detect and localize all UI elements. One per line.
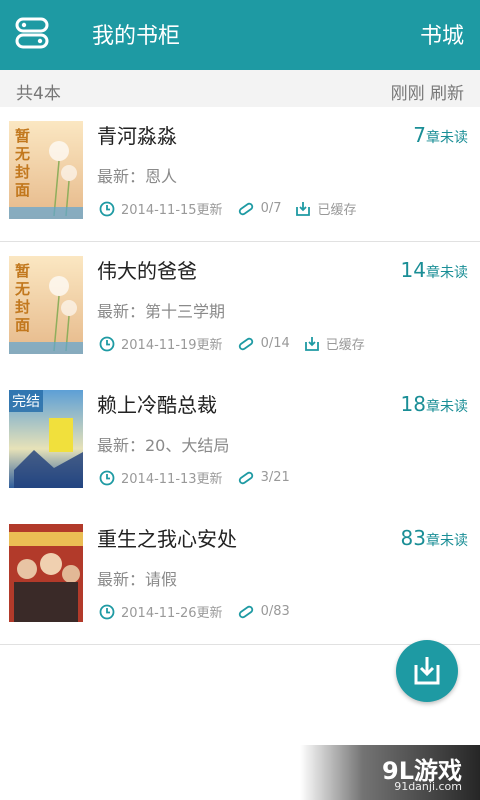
- book-cover: 暂无封面: [9, 121, 83, 219]
- download-fab-button[interactable]: [396, 640, 458, 702]
- paperclip-icon: [237, 604, 255, 620]
- read-progress: 0/83: [260, 604, 290, 619]
- watermark: 9L游戏 91danji.com: [300, 745, 480, 800]
- latest-chapter: 最新：恩人: [97, 167, 178, 186]
- clock-icon: [99, 336, 115, 352]
- book-meta: 2014-11-26更新 0/83: [99, 602, 290, 621]
- book-row[interactable]: 暂无封面 青河淼淼 7章未读 最新：恩人 2014-11-15更新 0/7 已缓…: [0, 107, 480, 242]
- refresh-button[interactable]: 刚刚 刷新: [391, 79, 464, 104]
- clock-icon: [99, 470, 115, 486]
- update-date: 2014-11-13更新: [121, 472, 223, 487]
- paperclip-icon: [237, 201, 255, 217]
- menu-icon[interactable]: [14, 16, 50, 50]
- clock-icon: [99, 604, 115, 620]
- summary-bar: 共4本 刚刚 刷新: [0, 70, 480, 108]
- latest-chapter: 最新：20、大结局: [97, 436, 230, 455]
- book-cover: 暂无封面: [9, 256, 83, 354]
- cover-text: 暂无封面: [15, 127, 31, 199]
- book-row[interactable]: 重生之我心安处 83章未读 最新：请假 2014-11-26更新 0/83: [0, 510, 480, 645]
- watermark-site: 91danji.com: [394, 780, 462, 793]
- bookstore-button[interactable]: 书城: [420, 18, 464, 50]
- book-cover: [9, 524, 83, 622]
- book-cover: 完结: [9, 390, 83, 488]
- cached-label: 已缓存: [317, 203, 357, 218]
- unread-count: 7章未读: [413, 123, 468, 147]
- unread-count: 18章未读: [400, 392, 468, 416]
- page-title: 我的书柜: [92, 24, 181, 49]
- book-title: 重生之我心安处: [97, 527, 237, 551]
- book-title: 青河淼淼: [97, 124, 177, 148]
- clock-icon: [99, 201, 115, 217]
- latest-chapter: 最新：请假: [97, 570, 178, 589]
- unread-count: 83章未读: [400, 526, 468, 550]
- latest-chapter: 最新：第十三学期: [97, 302, 226, 321]
- download-icon: [295, 201, 311, 217]
- book-meta: 2014-11-19更新 0/14 已缓存: [99, 334, 365, 353]
- unread-count: 14章未读: [400, 258, 468, 282]
- read-progress: 3/21: [260, 470, 290, 485]
- read-progress: 0/7: [260, 201, 282, 216]
- update-date: 2014-11-26更新: [121, 606, 223, 621]
- update-date: 2014-11-15更新: [121, 203, 223, 218]
- download-icon: [304, 336, 320, 352]
- book-title: 伟大的爸爸: [97, 259, 197, 283]
- book-row[interactable]: 暂无封面 伟大的爸爸 14章未读 最新：第十三学期 2014-11-19更新 0…: [0, 242, 480, 377]
- book-row[interactable]: 完结 赖上冷酷总裁 18章未读 最新：20、大结局 2014-11-13更新 3…: [0, 376, 480, 511]
- completed-badge: 完结: [9, 390, 43, 412]
- cover-text: 暂无封面: [15, 262, 31, 334]
- update-date: 2014-11-19更新: [121, 338, 223, 353]
- book-meta: 2014-11-13更新 3/21: [99, 468, 290, 487]
- book-meta: 2014-11-15更新 0/7 已缓存: [99, 199, 357, 218]
- download-icon: [414, 657, 440, 685]
- read-progress: 0/14: [260, 336, 290, 351]
- paperclip-icon: [237, 336, 255, 352]
- book-title: 赖上冷酷总裁: [97, 393, 217, 417]
- book-count: 共4本: [16, 84, 61, 104]
- paperclip-icon: [237, 470, 255, 486]
- cached-label: 已缓存: [325, 338, 365, 353]
- app-bar: 我的书柜 书城: [0, 0, 480, 70]
